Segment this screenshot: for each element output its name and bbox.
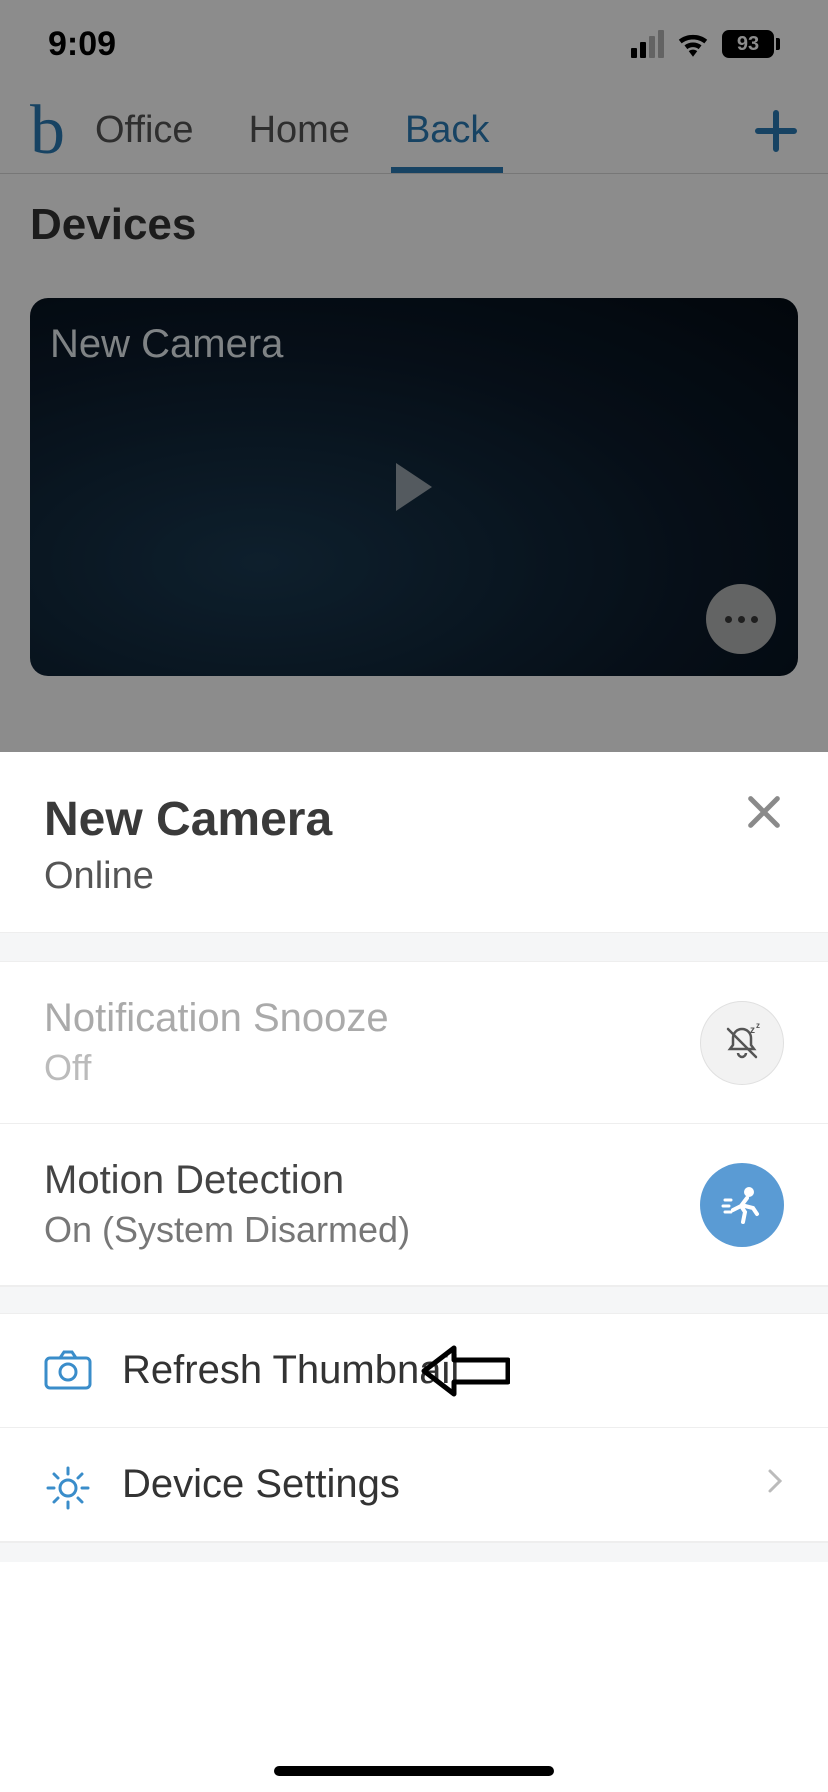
- plus-icon: [754, 109, 798, 153]
- svg-text:z: z: [750, 1025, 755, 1036]
- camera-card-title: New Camera: [50, 322, 283, 367]
- top-nav: b Office Home Back: [0, 88, 828, 174]
- devices-heading: Devices: [30, 200, 196, 250]
- sheet-title: New Camera: [44, 792, 332, 847]
- snooze-title: Notification Snooze: [44, 996, 389, 1041]
- status-indicators: 93: [631, 30, 780, 58]
- snooze-value: Off: [44, 1047, 389, 1089]
- device-action-sheet: New Camera Online Notification Snooze Of…: [0, 752, 828, 1792]
- motion-value: On (System Disarmed): [44, 1209, 410, 1251]
- camera-card[interactable]: New Camera: [30, 298, 798, 676]
- svg-text:z: z: [756, 1021, 760, 1030]
- motion-title: Motion Detection: [44, 1158, 410, 1203]
- app-logo: b: [30, 96, 65, 166]
- close-button[interactable]: [744, 792, 784, 832]
- refresh-thumbnail-row[interactable]: Refresh Thumbnail: [0, 1314, 828, 1428]
- chevron-right-icon: [766, 1467, 784, 1503]
- cellular-signal-icon: [631, 30, 664, 58]
- battery-level: 93: [722, 30, 774, 58]
- close-icon: [744, 792, 784, 832]
- add-button[interactable]: [754, 99, 798, 163]
- sheet-status: Online: [44, 855, 332, 898]
- device-settings-row[interactable]: Device Settings: [0, 1428, 828, 1542]
- snooze-toggle-button[interactable]: z z: [700, 1001, 784, 1085]
- battery-indicator: 93: [722, 30, 780, 58]
- motion-detection-row[interactable]: Motion Detection On (System Disarmed): [0, 1124, 828, 1286]
- bell-snooze-icon: z z: [720, 1021, 764, 1065]
- motion-toggle-button[interactable]: [700, 1163, 784, 1247]
- running-person-icon: [717, 1180, 767, 1230]
- wifi-icon: [676, 31, 710, 57]
- play-icon[interactable]: [396, 463, 432, 511]
- status-time: 9:09: [48, 25, 116, 64]
- home-indicator[interactable]: [274, 1766, 554, 1776]
- refresh-label: Refresh Thumbnail: [122, 1348, 459, 1393]
- tab-office[interactable]: Office: [95, 91, 194, 170]
- tab-back[interactable]: Back: [405, 91, 489, 170]
- gear-icon: [44, 1464, 92, 1506]
- status-bar: 9:09 93: [0, 0, 828, 88]
- annotation-arrow-icon: [420, 1344, 510, 1398]
- camera-icon: [44, 1350, 92, 1392]
- notification-snooze-row[interactable]: Notification Snooze Off z z: [0, 962, 828, 1124]
- tab-home[interactable]: Home: [249, 91, 350, 170]
- camera-more-button[interactable]: [706, 584, 776, 654]
- settings-label: Device Settings: [122, 1462, 400, 1507]
